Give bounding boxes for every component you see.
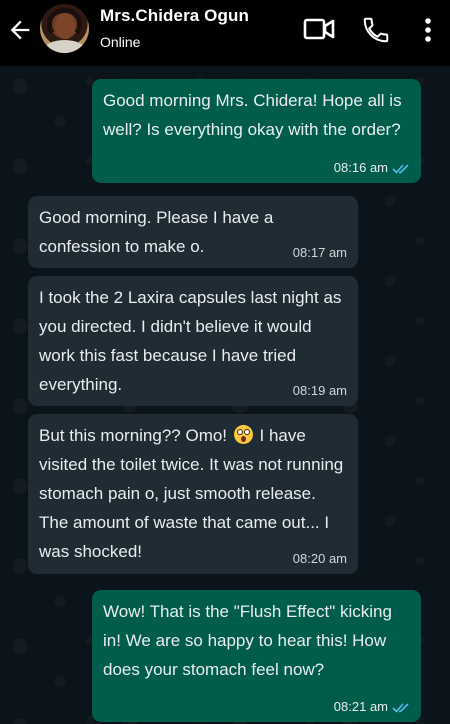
contact-name[interactable]: Mrs.Chidera Ogun [100, 6, 249, 26]
message-time: 08:17 am [292, 245, 347, 260]
message-bubble-incoming[interactable]: Good morning. Please I have a confession… [28, 196, 358, 268]
message-meta: 08:16 am [334, 160, 410, 176]
message-meta: 08:17 am [293, 245, 347, 261]
message-meta: 08:20 am [293, 551, 347, 567]
back-arrow-icon[interactable] [6, 16, 34, 44]
flushed-face-emoji [233, 425, 253, 444]
chat-header: Mrs.Chidera Ogun Online [0, 0, 450, 66]
message-time: 08:20 am [292, 551, 347, 566]
message-bubble-outgoing[interactable]: Wow! That is the "Flush Effect" kicking … [92, 590, 421, 722]
message-time: 08:19 am [292, 383, 347, 398]
read-receipt-icon [392, 702, 409, 713]
message-bubble-incoming[interactable]: But this morning?? Omo! I have visited t… [28, 414, 358, 574]
video-call-icon[interactable] [303, 15, 335, 43]
message-bubble-incoming[interactable]: I took the 2 Laxira capsules last night … [28, 276, 358, 406]
message-text: I took the 2 Laxira capsules last night … [39, 288, 347, 394]
message-text: Good morning Mrs. Chidera! Hope all is w… [103, 91, 407, 139]
message-text: But this morning?? Omo! I have visited t… [39, 425, 348, 561]
message-meta: 08:21 am [334, 699, 410, 715]
contact-status: Online [100, 34, 141, 50]
message-time: 08:16 am [333, 160, 388, 175]
message-meta: 08:19 am [293, 383, 347, 399]
message-bubble-outgoing[interactable]: Good morning Mrs. Chidera! Hope all is w… [92, 79, 421, 183]
more-options-icon[interactable] [418, 15, 438, 45]
avatar[interactable] [40, 4, 89, 53]
message-time: 08:21 am [333, 699, 388, 714]
message-text: Wow! That is the "Flush Effect" kicking … [103, 602, 397, 679]
phone-call-icon[interactable] [361, 15, 391, 45]
read-receipt-icon [392, 163, 409, 174]
